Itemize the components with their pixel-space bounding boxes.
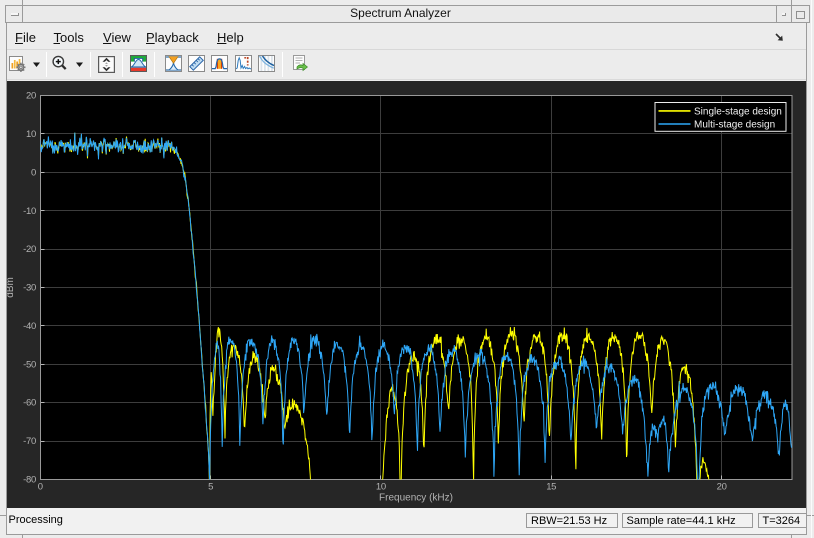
svg-text:-20: -20 bbox=[23, 244, 36, 255]
svg-text:20: 20 bbox=[26, 91, 36, 102]
svg-text:-40: -40 bbox=[23, 321, 36, 332]
svg-text:-30: -30 bbox=[23, 283, 36, 294]
svg-text:Frequency (kHz): Frequency (kHz) bbox=[379, 493, 453, 504]
svg-text:0: 0 bbox=[31, 167, 36, 178]
svg-text:-50: -50 bbox=[23, 359, 36, 370]
svg-text:-10: -10 bbox=[23, 206, 36, 217]
svg-text:20: 20 bbox=[717, 482, 727, 493]
svg-text:-70: -70 bbox=[23, 436, 36, 447]
svg-text:dBm: dBm bbox=[6, 277, 16, 298]
svg-text:0: 0 bbox=[38, 482, 43, 493]
svg-text:-60: -60 bbox=[23, 398, 36, 409]
svg-text:10: 10 bbox=[26, 129, 36, 140]
svg-text:Multi-stage design: Multi-stage design bbox=[694, 120, 775, 131]
svg-text:10: 10 bbox=[376, 482, 386, 493]
svg-text:5: 5 bbox=[208, 482, 213, 493]
svg-text:Single-stage design: Single-stage design bbox=[694, 106, 782, 117]
svg-text:15: 15 bbox=[546, 482, 556, 493]
svg-text:-80: -80 bbox=[23, 475, 36, 486]
